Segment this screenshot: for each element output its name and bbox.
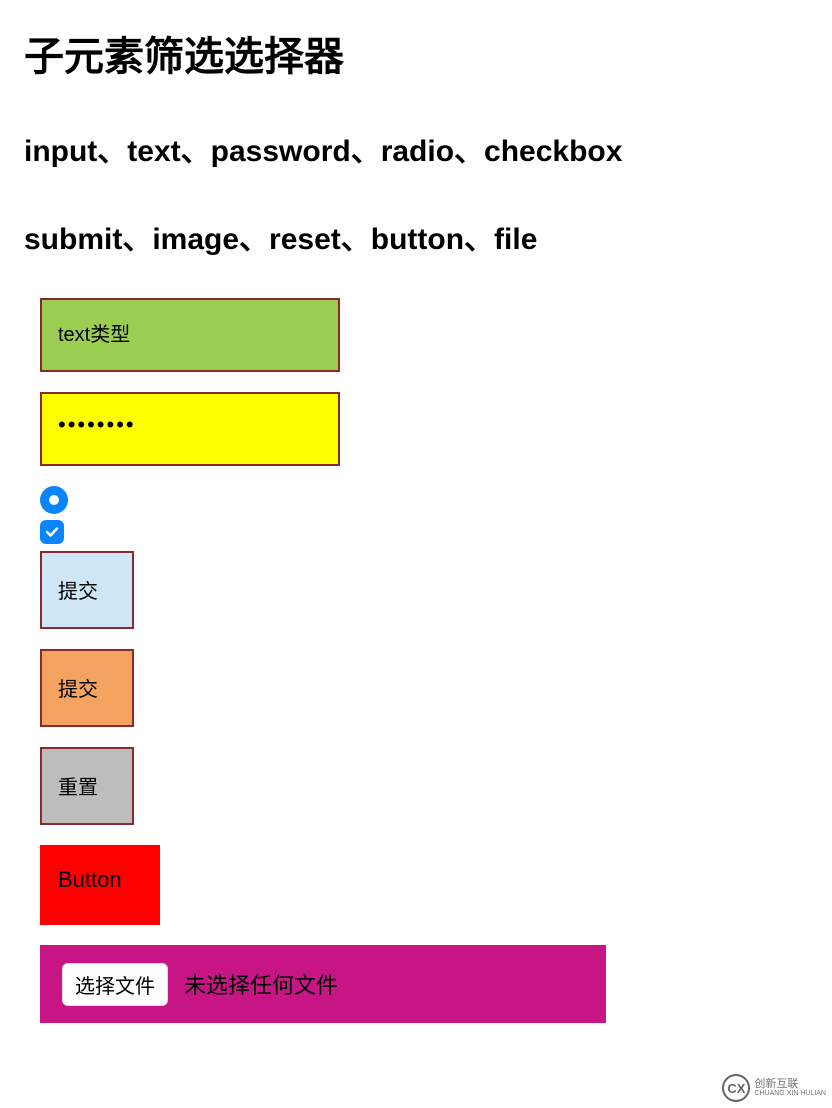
file-choose-button[interactable]: 选择文件 xyxy=(62,963,168,1006)
checkbox-input[interactable] xyxy=(40,520,64,544)
text-input[interactable]: text类型 xyxy=(40,298,340,372)
check-icon xyxy=(44,524,60,540)
subtitle-line-2: submit、image、reset、button、file xyxy=(24,214,832,258)
reset-button[interactable]: 重置 xyxy=(40,747,134,825)
watermark-logo-icon: CX xyxy=(722,1074,750,1102)
image-submit-button[interactable]: 提交 xyxy=(40,649,134,727)
radio-input[interactable] xyxy=(40,486,68,514)
form-area: text类型 •••••••• 提交 提交 重置 Button 选择文件 未选择… xyxy=(40,298,832,1023)
generic-button[interactable]: Button xyxy=(40,845,160,925)
watermark: CX 创新互联 CHUANG XIN HULIAN xyxy=(722,1074,826,1102)
file-status-text: 未选择任何文件 xyxy=(184,968,338,1000)
watermark-text: 创新互联 CHUANG XIN HULIAN xyxy=(754,1078,826,1098)
submit-button[interactable]: 提交 xyxy=(40,551,134,629)
file-input[interactable]: 选择文件 未选择任何文件 xyxy=(40,945,606,1023)
watermark-line2: CHUANG XIN HULIAN xyxy=(754,1090,826,1098)
password-input[interactable]: •••••••• xyxy=(40,392,340,466)
page-title: 子元素筛选选择器 xyxy=(24,24,832,82)
watermark-line1: 创新互联 xyxy=(754,1078,826,1090)
subtitle-line-1: input、text、password、radio、checkbox xyxy=(24,126,832,170)
